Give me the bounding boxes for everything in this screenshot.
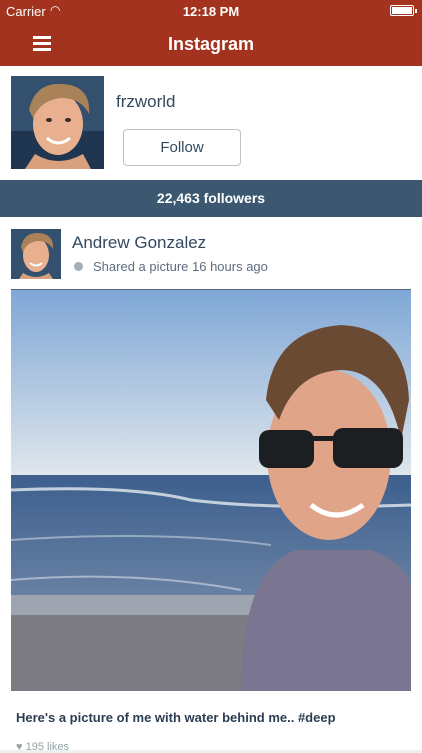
status-bar: Carrier ◠ 12:18 PM — [0, 0, 422, 22]
post-timestamp: Shared a picture 16 hours ago — [93, 259, 268, 274]
post-likes[interactable]: ♥ 195 likes — [16, 741, 69, 753]
nav-bar: Instagram — [0, 22, 422, 66]
post-author-name[interactable]: Andrew Gonzalez — [72, 233, 206, 253]
post-card: Andrew Gonzalez Shared a picture 16 hour… — [0, 217, 422, 753]
post-photo[interactable] — [11, 289, 411, 691]
clock-icon — [74, 262, 83, 271]
post-meta: Shared a picture 16 hours ago — [74, 259, 268, 274]
followers-count-bar[interactable]: 22,463 followers — [0, 180, 422, 217]
nav-title: Instagram — [167, 34, 255, 54]
status-time: 12:18 PM — [182, 4, 240, 19]
battery-icon — [390, 5, 417, 16]
profile-header: frzworld Follow — [0, 66, 422, 180]
profile-username: frzworld — [116, 92, 176, 111]
follow-button[interactable]: Follow — [123, 129, 241, 166]
profile-avatar[interactable] — [11, 76, 104, 169]
post-author-avatar[interactable] — [11, 229, 61, 279]
post-caption: Here's a picture of me with water behind… — [16, 710, 336, 725]
